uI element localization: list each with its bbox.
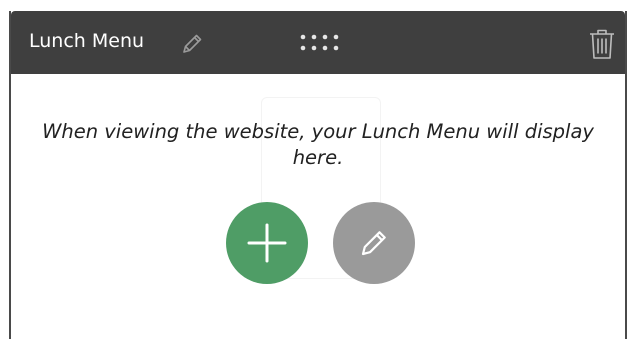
add-button[interactable]	[226, 202, 308, 284]
lunch-menu-widget: Lunch Menu When viewing the website, you…	[9, 11, 627, 339]
placeholder-message: When viewing the website, your Lunch Men…	[42, 120, 594, 169]
plus-icon	[247, 223, 287, 263]
edit-title-pencil-icon[interactable]	[179, 31, 205, 57]
widget-title: Lunch Menu	[29, 30, 145, 52]
edit-button[interactable]	[333, 202, 415, 284]
pencil-icon	[361, 231, 386, 256]
widget-header: Lunch Menu	[11, 11, 625, 74]
trash-icon[interactable]	[587, 27, 617, 61]
drag-handle-icon[interactable]	[299, 32, 343, 54]
